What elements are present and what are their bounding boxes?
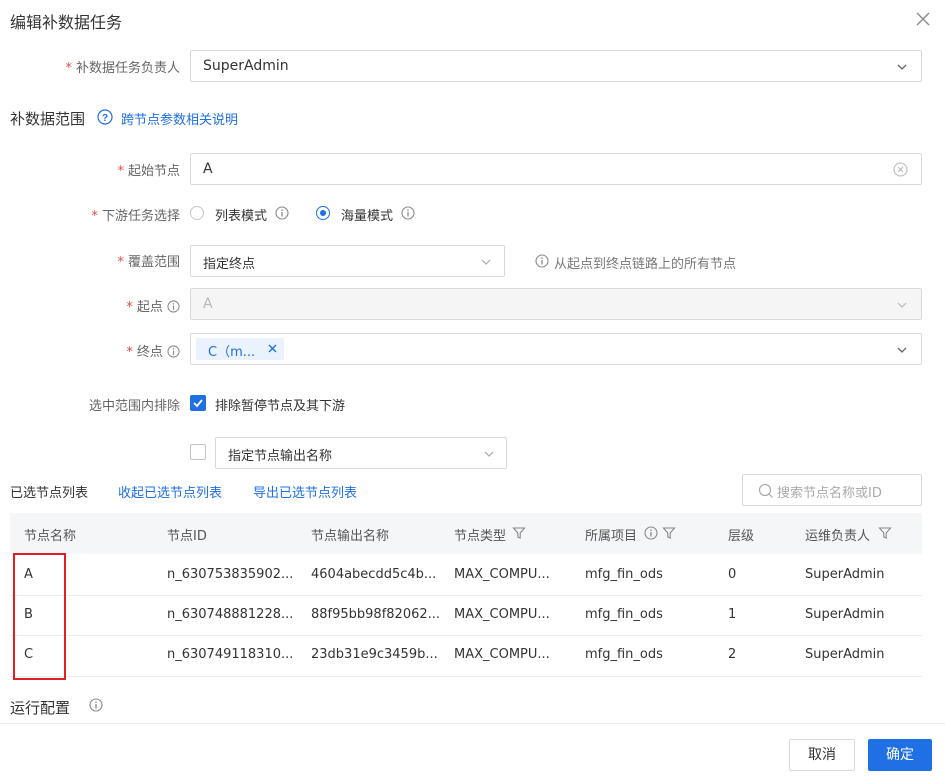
downstream-label: * 下游任务选择 (91, 209, 180, 224)
info-icon (167, 300, 180, 313)
filter-icon[interactable] (662, 526, 676, 540)
cell-node-type: MAX_COMPU... (454, 607, 550, 622)
cell-project: mfg_fin_ods (585, 647, 663, 662)
origin-select: A (190, 288, 922, 320)
check-icon (193, 399, 203, 408)
col-node-type: 节点类型 (454, 529, 507, 544)
owner-value: SuperAdmin (203, 58, 289, 74)
info-icon (401, 206, 415, 220)
cell-node-id: n_630748881228... (167, 607, 294, 622)
chevron-down-icon (479, 255, 493, 269)
end-tag-label: C（m... (208, 345, 256, 360)
filter-icon[interactable] (512, 526, 526, 540)
highlight-box (13, 553, 66, 680)
cancel-button[interactable]: 取消 (789, 739, 855, 771)
list-mode-label[interactable]: 列表模式 (215, 205, 267, 224)
run-config-title: 运行配置 (10, 699, 71, 717)
row-divider (10, 676, 922, 677)
coverage-value: 指定终点 (203, 257, 256, 272)
info-icon (644, 526, 658, 540)
chevron-down-icon (895, 60, 909, 74)
owner-label: * 补数据任务负责人 (65, 61, 180, 76)
table-row[interactable]: A n_630753835902... 4604abecdd5c4b... MA… (10, 554, 922, 595)
cell-level: 2 (728, 647, 737, 662)
filter-icon[interactable] (878, 526, 892, 540)
origin-label: * 起点 (60, 296, 180, 315)
cell-output-name: 23db31e9c3459b... (311, 647, 438, 662)
owner-select[interactable]: SuperAdmin (190, 50, 922, 82)
col-output-name: 节点输出名称 (311, 529, 390, 544)
search-icon (758, 483, 774, 499)
cell-level: 0 (728, 567, 737, 582)
collapse-node-list-link[interactable]: 收起已选节点列表 (118, 482, 222, 501)
cell-project: mfg_fin_ods (585, 567, 663, 582)
cell-node-type: MAX_COMPU... (454, 567, 550, 582)
chevron-down-icon (895, 298, 909, 312)
origin-value: A (203, 296, 213, 312)
cell-owner: SuperAdmin (805, 607, 885, 622)
cell-owner: SuperAdmin (805, 567, 885, 582)
coverage-label: * 覆盖范围 (117, 255, 180, 270)
exclude-label: 选中范围内排除 (88, 399, 180, 414)
chevron-down-icon (482, 447, 496, 461)
node-list-title: 已选节点列表 (10, 486, 89, 501)
cell-node-id: n_630749118310... (167, 647, 294, 662)
table-row[interactable]: C n_630749118310... 23db31e9c3459b... MA… (10, 635, 922, 676)
start-node-value: A (203, 161, 213, 177)
cell-output-name: 88f95bb98f82062... (311, 607, 441, 622)
info-icon (535, 254, 549, 268)
confirm-button[interactable]: 确定 (868, 739, 932, 771)
col-node-name: 节点名称 (24, 529, 77, 544)
cell-output-name: 4604abecdd5c4b... (311, 567, 437, 582)
footer-divider (0, 723, 945, 724)
info-icon (275, 206, 289, 220)
help-circle-icon: ? (97, 109, 113, 125)
cell-owner: SuperAdmin (805, 647, 885, 662)
col-node-id: 节点ID (167, 529, 207, 544)
exclude-paused-label[interactable]: 排除暂停节点及其下游 (215, 395, 345, 414)
end-tag: C（m... (196, 338, 284, 360)
table-row[interactable]: B n_630748881228... 88f95bb98f82062... M… (10, 595, 922, 635)
cell-level: 1 (728, 607, 737, 622)
list-mode-radio[interactable] (190, 206, 204, 220)
cell-node-type: MAX_COMPU... (454, 647, 550, 662)
close-icon[interactable] (267, 343, 278, 354)
clear-circle-icon[interactable] (893, 162, 908, 177)
info-icon (89, 698, 103, 712)
svg-text:?: ? (102, 113, 108, 124)
cell-node-id: n_630753835902... (167, 567, 294, 582)
export-node-list-link[interactable]: 导出已选节点列表 (253, 482, 357, 501)
output-name-select[interactable]: 指定节点输出名称 (215, 437, 507, 469)
chevron-down-icon (895, 343, 909, 357)
col-level: 层级 (728, 529, 755, 544)
end-select[interactable]: C（m... (190, 333, 922, 365)
massive-mode-radio[interactable] (316, 206, 330, 220)
start-node-label: * 起始节点 (117, 164, 180, 179)
col-owner: 运维负责人 (805, 529, 871, 544)
close-icon[interactable] (914, 10, 932, 28)
cell-project: mfg_fin_ods (585, 607, 663, 622)
coverage-select[interactable]: 指定终点 (190, 245, 505, 277)
info-icon (167, 345, 180, 358)
node-search-input[interactable]: 搜索节点名称或ID (742, 474, 922, 506)
end-label: * 终点 (60, 341, 180, 360)
massive-mode-label[interactable]: 海量模式 (341, 205, 393, 224)
start-node-select[interactable]: A (190, 153, 922, 185)
cross-node-params-link[interactable]: 跨节点参数相关说明 (121, 109, 238, 128)
search-placeholder: 搜索节点名称或ID (777, 486, 882, 501)
coverage-hint: 从起点到终点链路上的所有节点 (554, 257, 737, 272)
output-name-value: 指定节点输出名称 (228, 449, 333, 464)
dialog-title: 编辑补数据任务 (10, 13, 123, 32)
exclude-paused-checkbox[interactable] (190, 395, 206, 411)
col-project: 所属项目 (585, 529, 638, 544)
range-section-title: 补数据范围 (10, 110, 86, 128)
exclude-output-checkbox[interactable] (190, 444, 206, 460)
table-header: 节点名称 节点ID 节点输出名称 节点类型 所属项目 层级 运维负责人 (10, 513, 922, 554)
